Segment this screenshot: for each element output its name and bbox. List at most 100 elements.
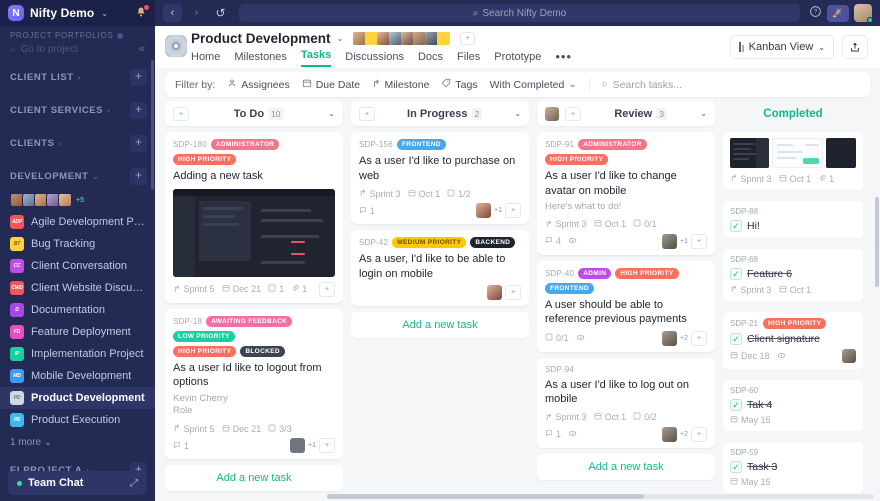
task-complete-checkbox[interactable]: ✓	[730, 268, 742, 280]
chevron-down-icon[interactable]: ⌄	[514, 109, 521, 118]
task-card[interactable]: SDP-156 FRONTEND As a user I'd like to p…	[351, 132, 529, 225]
sidebar-group-development[interactable]: DEVELOPMENT ⌄ +	[0, 160, 155, 193]
assign-person-icon[interactable]: +	[319, 438, 335, 454]
add-new-task-button-in-progress[interactable]: Add a new task	[351, 312, 529, 339]
filter-milestone[interactable]: ↱ Milestone	[372, 79, 429, 91]
completed-card[interactable]: SDP-68 ✓ Feature 6 ↱ Sprint 3 Oct 1	[723, 249, 863, 301]
column-header-to-do[interactable]: + To Do 10 ⌄	[165, 101, 343, 126]
sidebar-item-agile-development-project[interactable]: ADP Agile Development Proj...	[0, 211, 155, 233]
assign-person-icon[interactable]: +	[565, 106, 581, 121]
task-card[interactable]: SDP-180 ADMINISTRATOR HIGH PRIORITY Addi…	[165, 132, 343, 303]
global-search-input[interactable]: ⌕ Search Nifty Demo	[239, 4, 800, 22]
completed-card[interactable]: SDP-59 ✓ Task 3 May 15	[723, 442, 863, 493]
card-assignees[interactable]: +2 +	[662, 426, 707, 442]
filter-tags[interactable]: Tags	[441, 78, 478, 91]
sidebar-item-mobile-development[interactable]: MD Mobile Development	[0, 365, 155, 387]
back-button[interactable]: ‹	[163, 4, 182, 22]
sidebar-scrollbar[interactable]	[151, 60, 154, 190]
workspace-header[interactable]: N Nifty Demo ⌄	[0, 0, 155, 26]
board-horizontal-scrollbar[interactable]	[327, 494, 874, 499]
card-assignees[interactable]: +1 +	[290, 438, 335, 454]
add-member-button[interactable]: +	[460, 31, 476, 45]
collapse-sidebar-icon[interactable]: «	[139, 43, 145, 55]
user-avatar[interactable]	[854, 4, 873, 23]
column-header-in-progress[interactable]: + In Progress 2 ⌄	[351, 101, 529, 126]
view-selector[interactable]: Kanban View ⌄	[729, 35, 834, 59]
task-complete-checkbox[interactable]: ✓	[730, 461, 742, 473]
filter-with-completed[interactable]: With Completed ⌄	[490, 79, 577, 91]
assign-person-icon[interactable]: +	[691, 233, 707, 249]
task-card[interactable]: SDP-18 AWAITING FEEDBACK LOW PRIORITY HI…	[165, 308, 343, 460]
sidebar-item-documentation[interactable]: D Documentation	[0, 299, 155, 321]
completed-card-with-images[interactable]: ↱ Sprint 3 Oct 1 1	[723, 132, 863, 190]
filter-assignees[interactable]: Assignees	[227, 78, 290, 91]
add-new-task-button-to-do[interactable]: Add a new task	[165, 465, 343, 492]
team-chat-button[interactable]: Team Chat ⤢	[8, 471, 147, 495]
task-search-input[interactable]: ⌕ Search tasks...	[602, 78, 860, 91]
upgrade-rocket-icon[interactable]: 🚀	[827, 4, 849, 22]
assign-person-icon[interactable]: +	[359, 106, 375, 121]
tab-home[interactable]: Home	[191, 51, 220, 67]
assign-person-icon[interactable]: +	[173, 106, 189, 121]
tab-milestones[interactable]: Milestones	[234, 51, 287, 67]
tab-files[interactable]: Files	[457, 51, 480, 67]
completed-card[interactable]: SDP-88 ✓ Hi!	[723, 201, 863, 238]
assign-person-icon[interactable]: +	[319, 281, 335, 297]
sidebar-group-client-list[interactable]: CLIENT LIST › +	[0, 61, 155, 94]
card-assignees[interactable]: +1 +	[662, 233, 707, 249]
help-icon[interactable]: ?	[809, 5, 822, 21]
sidebar-item-feature-deployment[interactable]: FD Feature Deployment	[0, 321, 155, 343]
tab-prototype[interactable]: Prototype	[494, 51, 541, 67]
forward-button[interactable]: ›	[187, 4, 206, 22]
add-to-group-button[interactable]: +	[130, 168, 147, 185]
chevron-down-icon[interactable]: ⌄	[337, 34, 344, 43]
share-button[interactable]	[842, 35, 868, 59]
column-header-completed[interactable]: Completed	[723, 101, 863, 126]
assign-person-icon[interactable]: +	[505, 285, 521, 301]
sidebar-group-client-services[interactable]: CLIENT SERVICES › +	[0, 94, 155, 127]
completed-card[interactable]: SDP-60 ✓ Tak 4 May 15	[723, 380, 863, 431]
group-member-avatars[interactable]: +5	[0, 193, 155, 211]
task-card[interactable]: SDP-40 ADMIN HIGH PRIORITY FRONTEND A us…	[537, 260, 715, 352]
tab-discussions[interactable]: Discussions	[345, 51, 404, 67]
task-card[interactable]: SDP-42 MEDIUM PRIORITY BACKEND As a user…	[351, 230, 529, 307]
chevron-down-icon[interactable]: ⌄	[700, 109, 707, 118]
more-tabs-button[interactable]: •••	[555, 49, 572, 67]
sidebar-item-client-website-discussion[interactable]: CWD Client Website Discussion	[0, 277, 155, 299]
sidebar-item-product-development[interactable]: PD Product Development	[0, 387, 155, 409]
sidebar-group-clients[interactable]: CLIENTS › +	[0, 127, 155, 160]
assign-person-icon[interactable]: +	[691, 426, 707, 442]
board-vertical-scrollbar[interactable]	[875, 197, 879, 287]
task-complete-checkbox[interactable]: ✓	[730, 220, 742, 232]
column-header-review[interactable]: + Review 3 ⌄	[537, 101, 715, 126]
sidebar-item-bug-tracking[interactable]: BT Bug Tracking	[0, 233, 155, 255]
tab-tasks[interactable]: Tasks	[300, 49, 332, 67]
card-assignees[interactable]: +	[487, 285, 521, 301]
sidebar-search[interactable]: ⌕ Go to project «	[0, 41, 155, 61]
sidebar-item-client-conversation[interactable]: CC Client Conversation	[0, 255, 155, 277]
chevron-down-icon[interactable]: ⌄	[101, 9, 108, 18]
expand-icon[interactable]: ⤢	[130, 478, 138, 489]
chevron-down-icon[interactable]: ⌄	[328, 109, 335, 118]
task-complete-checkbox[interactable]: ✓	[730, 333, 742, 345]
completed-card[interactable]: SDP-21 HIGH PRIORITY ✓ Client signature …	[723, 312, 863, 369]
add-new-task-button-review[interactable]: Add a new task	[537, 453, 715, 480]
task-card[interactable]: SDP-91 ADMINISTRATOR HIGH PRIORITY As a …	[537, 132, 715, 255]
card-assignees[interactable]: +1 +	[476, 203, 521, 219]
add-to-group-button[interactable]: +	[130, 69, 147, 86]
show-more-projects-button[interactable]: 1 more ⌄	[0, 431, 155, 450]
card-assignees[interactable]: +2 +	[662, 330, 707, 346]
tab-docs[interactable]: Docs	[418, 51, 443, 67]
avatar-overflow-count[interactable]: +5	[76, 197, 84, 204]
project-member-avatars[interactable]	[353, 31, 451, 45]
assign-person-icon[interactable]: +	[505, 203, 521, 219]
task-complete-checkbox[interactable]: ✓	[730, 399, 742, 411]
task-card[interactable]: SDP-94 As a user I'd like to log out on …	[537, 357, 715, 448]
add-to-group-button[interactable]: +	[130, 102, 147, 119]
history-icon[interactable]: ↺	[211, 4, 230, 22]
sidebar-item-implementation-project[interactable]: IP Implementation Project	[0, 343, 155, 365]
add-to-group-button[interactable]: +	[130, 135, 147, 152]
notifications-bell-icon[interactable]	[135, 4, 149, 21]
filter-due-date[interactable]: Due Date	[302, 78, 360, 91]
sidebar-item-product-execution[interactable]: PE Product Execution	[0, 409, 155, 431]
